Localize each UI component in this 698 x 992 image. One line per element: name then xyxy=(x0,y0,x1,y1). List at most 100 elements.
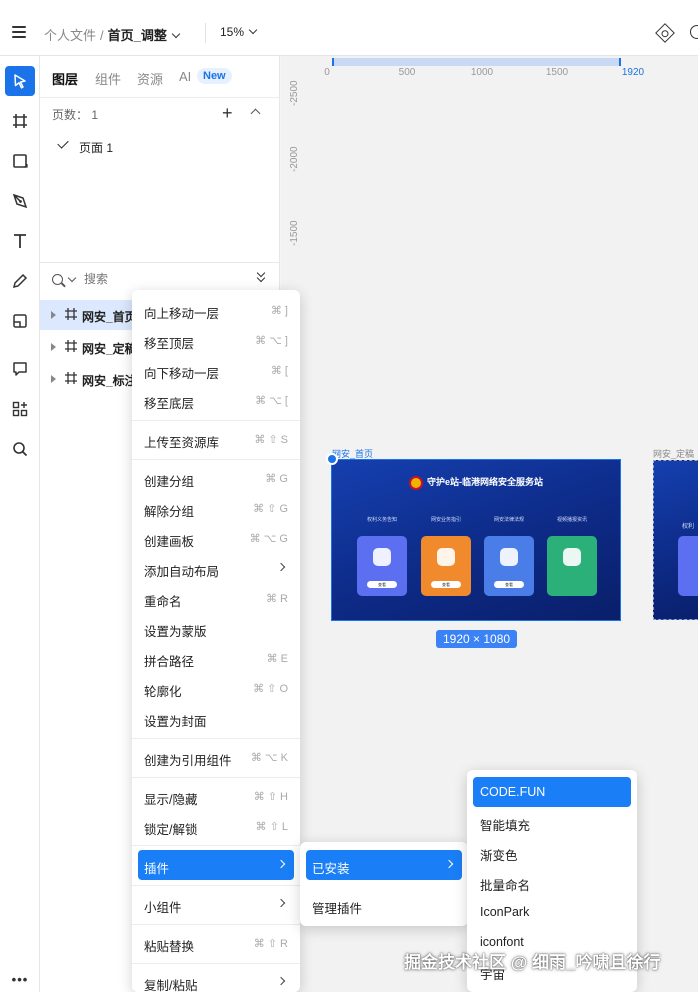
zoom-value: 15% xyxy=(220,25,245,39)
move-tool-icon[interactable] xyxy=(5,66,35,96)
menu-item-ungroup[interactable]: 解除分组 ⌘ ⇧ G xyxy=(132,493,300,523)
card-title: 权利 xyxy=(682,524,695,530)
tool-rail: ••• xyxy=(0,56,40,992)
chevron-right-icon xyxy=(276,898,286,908)
context-menu: 向上移动一层 ⌘ ] 移至顶层 ⌘ ⌥ ] 向下移动一层 ⌘ [ 移至底层 ⌘ ⌥ [ … xyxy=(132,290,300,992)
chevron-down-icon[interactable] xyxy=(171,29,181,39)
rectangle-tool-icon[interactable] xyxy=(5,146,35,176)
menu-item-send-backward[interactable]: 向下移动一层 ⌘ [ xyxy=(132,355,300,385)
chevron-down-icon[interactable] xyxy=(67,273,77,283)
collapse-all-icon[interactable] xyxy=(256,268,266,283)
menu-item-set-cover[interactable]: 设置为封面 xyxy=(132,703,300,733)
pencil-tool-icon[interactable] xyxy=(5,266,35,296)
ruler-tick: 1920 xyxy=(621,67,645,78)
new-badge: New xyxy=(197,68,232,84)
menu-item-paste-replace[interactable]: 粘贴替换 ⌘ ⇧ R xyxy=(132,928,300,958)
top-bar: 个人文件 / 首页_调整 15% xyxy=(0,0,698,56)
watermark: 掘金技术社区 @ 细雨_吟啸且徐行 xyxy=(404,953,661,972)
ruler-tick: -1500 xyxy=(289,220,300,246)
frame-icon xyxy=(65,308,77,320)
frame-icon xyxy=(65,340,77,352)
tab-assets[interactable]: 资源 xyxy=(137,69,163,88)
check-icon xyxy=(57,137,69,149)
chevron-up-icon[interactable] xyxy=(250,108,261,119)
play-icon[interactable] xyxy=(690,25,698,39)
chevron-right-icon xyxy=(276,562,286,572)
menu-item-group[interactable]: 创建分组 ⌘ G xyxy=(132,463,300,493)
plugin-item-gradient[interactable]: 渐变色 xyxy=(473,837,631,867)
pen-tool-icon[interactable] xyxy=(5,186,35,216)
plugin-item-batch-rename[interactable]: 批量命名 xyxy=(473,867,631,897)
menu-item-send-to-back[interactable]: 移至底层 ⌘ ⌥ [ xyxy=(132,385,300,415)
document-name[interactable]: 首页_调整 xyxy=(108,28,167,43)
menu-item-widgets[interactable]: 小组件 xyxy=(132,889,300,919)
plugin-item-codefun[interactable]: CODE.FUN xyxy=(473,777,631,807)
menu-item-create-component[interactable]: 创建为引用组件 ⌘ ⌥ K xyxy=(132,742,300,772)
text-tool-icon[interactable] xyxy=(5,226,35,256)
image-tool-icon[interactable] xyxy=(5,306,35,336)
more-icon[interactable]: ••• xyxy=(5,964,35,992)
prototype-icon[interactable] xyxy=(655,23,675,43)
divider xyxy=(205,23,206,43)
tab-ai[interactable]: AI xyxy=(179,69,191,84)
menu-divider xyxy=(132,420,300,421)
dimensions-badge: 1920 × 1080 xyxy=(436,630,518,648)
breadcrumb-separator: / xyxy=(100,28,104,43)
ruler-tick: 0 xyxy=(324,67,330,78)
frame-icon xyxy=(65,372,77,384)
expand-icon[interactable] xyxy=(51,375,56,383)
menu-item-installed[interactable]: 已安装 xyxy=(306,850,462,880)
menu-item-bring-to-front[interactable]: 移至顶层 ⌘ ⌥ ] xyxy=(132,325,300,355)
layer-search-input[interactable] xyxy=(84,272,204,286)
lock-icon[interactable] xyxy=(326,453,338,465)
menu-item-lock-unlock[interactable]: 锁定/解锁 ⌘ ⇧ L xyxy=(132,811,300,841)
chevron-right-icon xyxy=(444,859,454,869)
expand-icon[interactable] xyxy=(51,311,56,319)
zoom-dropdown[interactable]: 15% xyxy=(220,25,258,39)
layer-name: 网安_标注 xyxy=(82,374,137,388)
chevron-right-icon xyxy=(276,859,286,869)
menu-item-create-frame[interactable]: 创建画板 ⌘ ⌥ G xyxy=(132,523,300,553)
frame-tool-icon[interactable] xyxy=(5,106,35,136)
page-name: 页面 1 xyxy=(79,141,114,155)
ruler-selection-range xyxy=(332,58,621,66)
menu-divider xyxy=(132,459,300,460)
divider xyxy=(40,262,280,263)
ruler-tick: -2000 xyxy=(289,146,300,172)
menu-item-bring-forward[interactable]: 向上移动一层 ⌘ ] xyxy=(132,295,300,325)
plugin-item-smart-fill[interactable]: 智能填充 xyxy=(473,807,631,837)
expand-icon[interactable] xyxy=(51,343,56,351)
menu-icon[interactable] xyxy=(12,26,26,38)
search-tool-icon[interactable] xyxy=(5,434,35,464)
menu-item-flatten[interactable]: 拼合路径 ⌘ E xyxy=(132,643,300,673)
page-item[interactable]: 页面 1 xyxy=(40,132,278,160)
menu-divider xyxy=(132,924,300,925)
menu-divider xyxy=(132,738,300,739)
menu-item-plugins[interactable]: 插件 xyxy=(138,850,294,880)
menu-item-outline[interactable]: 轮廓化 ⌘ ⇧ O xyxy=(132,673,300,703)
add-page-icon[interactable]: + xyxy=(222,104,233,122)
ruler-tick: 500 xyxy=(398,67,416,78)
breadcrumb-root[interactable]: 个人文件 xyxy=(44,28,96,43)
menu-item-upload-to-library[interactable]: 上传至资源库 ⌘ ⇧ S xyxy=(132,424,300,454)
pages-count: 页数： 1 xyxy=(52,108,99,122)
menu-item-rename[interactable]: 重命名 ⌘ R xyxy=(132,583,300,613)
tab-layers[interactable]: 图层 xyxy=(52,69,78,88)
frame-label[interactable]: 网安_定稿 xyxy=(653,447,694,460)
ruler-tick: 1000 xyxy=(470,67,494,78)
menu-item-show-hide[interactable]: 显示/隐藏 ⌘ ⇧ H xyxy=(132,781,300,811)
search-icon xyxy=(52,274,63,285)
plugin-item-iconpark[interactable]: IconPark xyxy=(473,897,631,927)
menu-item-mask[interactable]: 设置为蒙版 xyxy=(132,613,300,643)
menu-item-copy-paste[interactable]: 复制/粘贴 xyxy=(132,967,300,992)
menu-divider xyxy=(132,885,300,886)
plugins-tool-icon[interactable] xyxy=(5,394,35,424)
card-body xyxy=(678,536,698,596)
tab-components[interactable]: 组件 xyxy=(95,69,121,88)
selection-outline xyxy=(331,459,621,621)
breadcrumb: 个人文件 / 首页_调整 xyxy=(44,25,181,44)
artboard-final[interactable]: 权利 xyxy=(653,460,698,620)
menu-item-auto-layout[interactable]: 添加自动布局 xyxy=(132,553,300,583)
menu-item-manage-plugins[interactable]: 管理插件 xyxy=(300,890,468,920)
comment-tool-icon[interactable] xyxy=(5,354,35,384)
